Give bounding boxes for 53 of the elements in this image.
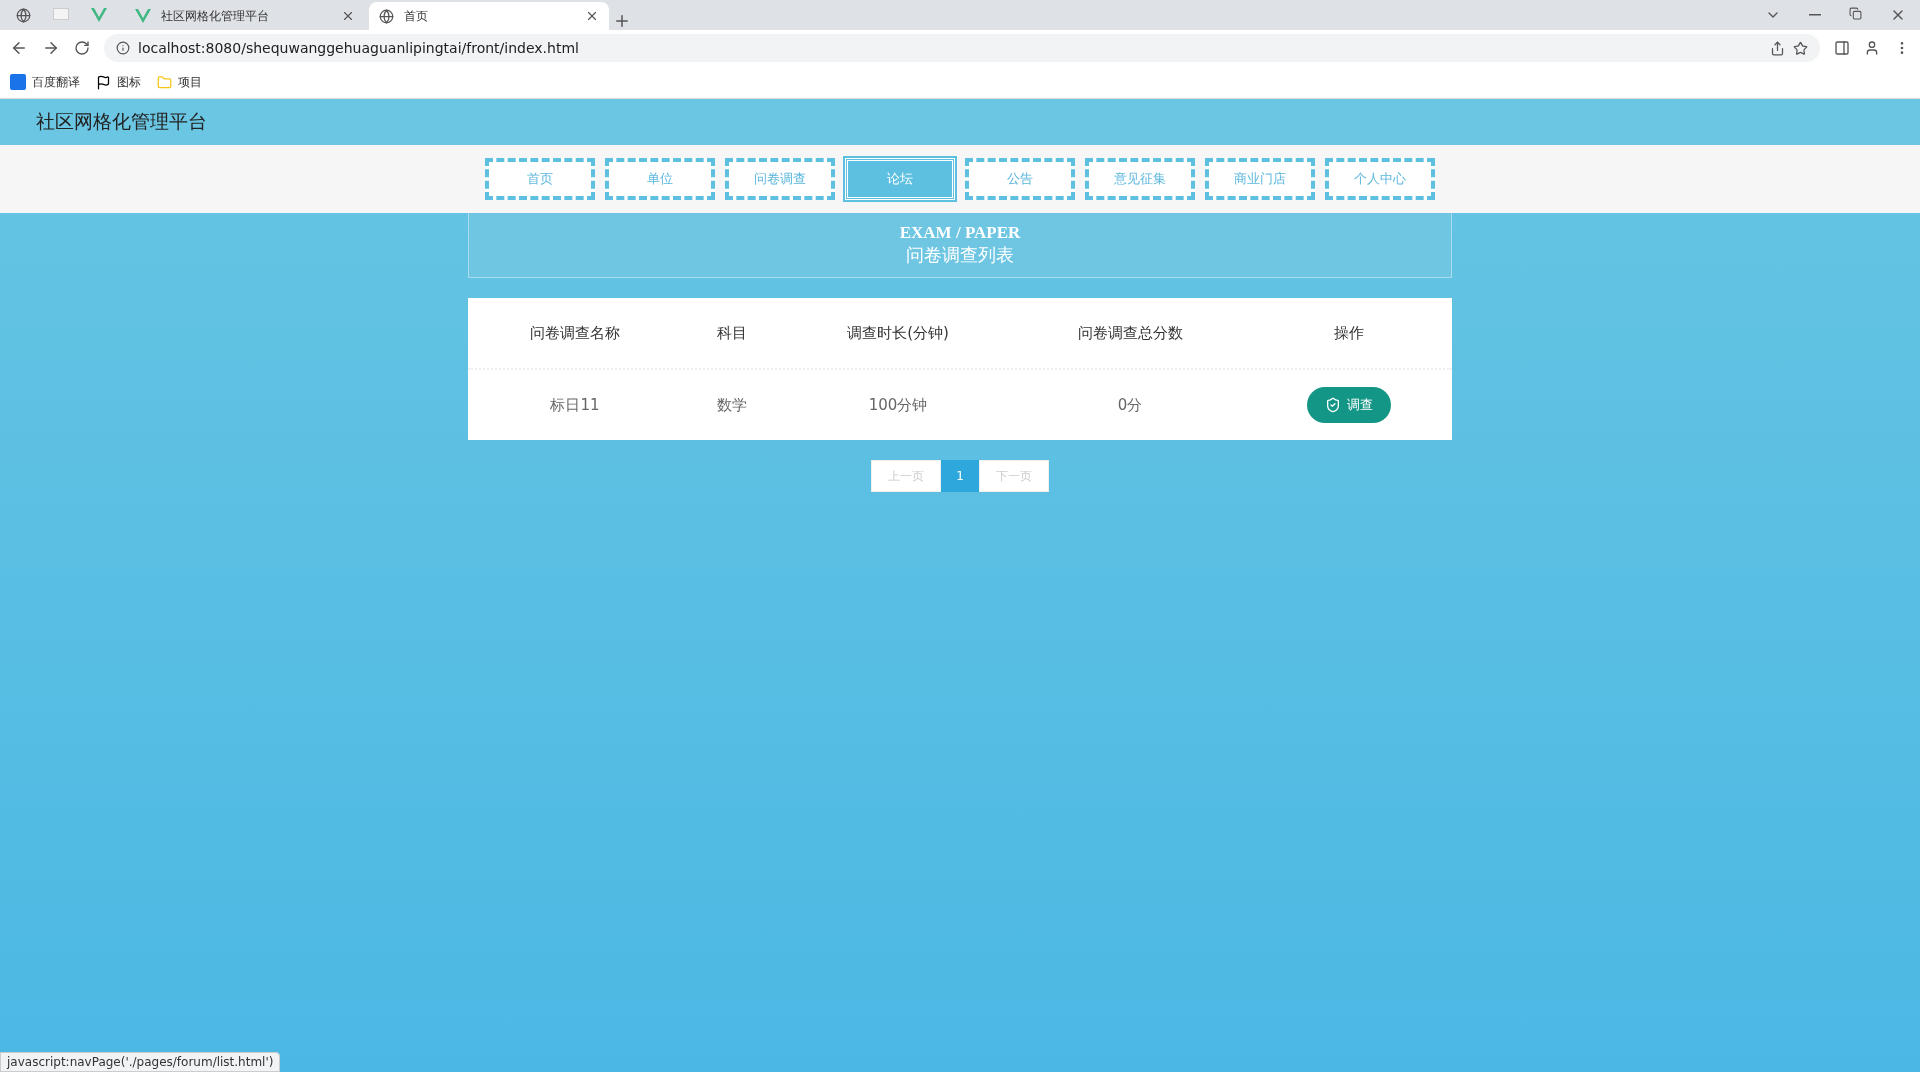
table-cell: 标日11 (550, 395, 600, 415)
nav-link[interactable]: 首页 (485, 158, 595, 200)
section-title-english: EXAM / PAPER (899, 223, 1021, 243)
back-icon (10, 39, 28, 57)
column-header: 调查时长(分钟) (847, 323, 949, 343)
side-panel-icon (1834, 40, 1850, 56)
globe-icon (16, 7, 31, 23)
restore-icon (1849, 7, 1862, 20)
nav-link[interactable]: 论坛 (845, 158, 955, 200)
bookmark[interactable]: 项目 (157, 73, 202, 91)
tab-title: 首页 (404, 7, 429, 25)
nav-link[interactable]: 问卷调查 (725, 158, 835, 200)
status-url: javascript:navPage('./pages/forum/list.html') (0, 1052, 281, 1072)
nav-link[interactable]: 个人中心 (1325, 158, 1435, 200)
profile-icon (1864, 40, 1880, 56)
share-icon (1770, 40, 1785, 56)
bookmark[interactable]: 图标 (96, 73, 141, 91)
folder-icon (157, 74, 172, 90)
nav-link[interactable]: 商业门店 (1205, 158, 1315, 200)
table-cell: 数学 (717, 395, 747, 415)
v-logo-icon (135, 9, 151, 23)
survey-button[interactable]: 调查 (1307, 387, 1391, 423)
column-header: 问卷调查名称 (530, 323, 620, 343)
nav-link[interactable]: 单位 (605, 158, 715, 200)
forward-icon (42, 39, 60, 57)
blank-page-icon (53, 7, 69, 20)
browser-tab[interactable]: 首页 (369, 2, 609, 30)
close-icon (341, 9, 355, 23)
star-icon (1793, 40, 1808, 56)
shield-check-icon (1325, 397, 1341, 413)
column-header: 问卷调查总分数 (1077, 323, 1183, 343)
translate-icon (10, 74, 26, 90)
nav-link[interactable]: 意见征集 (1085, 158, 1195, 200)
tab-title: 社区网格化管理平台 (161, 7, 270, 25)
new-tab-icon (613, 12, 631, 30)
browser-tab[interactable]: 社区网格化管理平台 (125, 2, 365, 30)
page-number[interactable]: 1 (941, 460, 979, 492)
nav-link[interactable]: 公告 (965, 158, 1075, 200)
column-header: 科目 (717, 323, 747, 343)
info-icon (116, 41, 130, 55)
site-title: 社区网格化管理平台 (36, 109, 207, 134)
address-field[interactable]: localhost:8080/shequwanggehuaguanlipingtai/front/index.html (104, 34, 1820, 62)
v-logo-icon (91, 7, 107, 22)
section-title: 问卷调查列表 (906, 243, 1014, 267)
globe-icon (379, 8, 394, 24)
flag-icon (96, 74, 111, 90)
bookmark[interactable]: 百度翻译 (10, 73, 80, 91)
table-cell: 100分钟 (868, 395, 928, 415)
close-icon (585, 9, 599, 23)
reload-icon (74, 40, 90, 56)
minimize-icon (1809, 14, 1821, 16)
table-cell: 0分 (1117, 395, 1143, 415)
column-header: 操作 (1334, 323, 1364, 343)
